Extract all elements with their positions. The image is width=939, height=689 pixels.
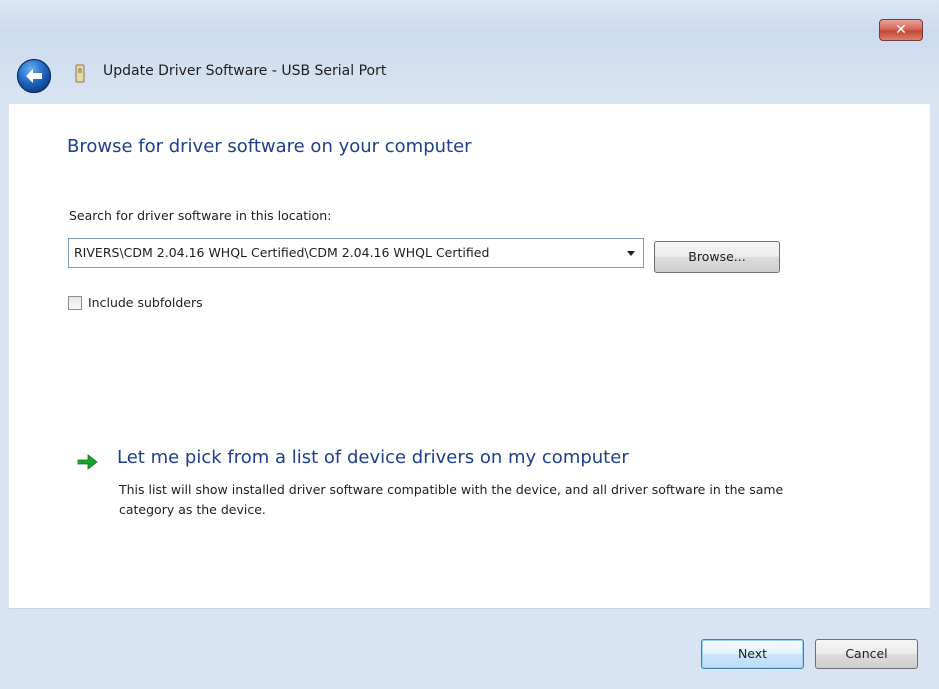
driver-path-value: RIVERS\CDM 2.04.16 WHQL Certified\CDM 2.… <box>74 245 490 260</box>
page-heading: Browse for driver software on your compu… <box>67 136 472 157</box>
chevron-down-icon[interactable] <box>619 239 643 267</box>
cancel-button[interactable]: Cancel <box>815 639 918 669</box>
include-subfolders-checkbox[interactable] <box>68 296 82 310</box>
content-panel: Browse for driver software on your compu… <box>9 104 930 608</box>
window-title: Update Driver Software - USB Serial Port <box>103 63 387 79</box>
pick-from-list-link[interactable]: Let me pick from a list of device driver… <box>117 447 629 468</box>
footer-divider <box>9 608 930 609</box>
usb-device-icon <box>75 64 85 83</box>
browse-button[interactable]: Browse... <box>654 241 780 273</box>
driver-path-combobox[interactable]: RIVERS\CDM 2.04.16 WHQL Certified\CDM 2.… <box>68 238 644 268</box>
close-button[interactable]: ✕ <box>879 19 923 41</box>
search-location-label: Search for driver software in this locat… <box>69 208 332 223</box>
back-arrow-icon[interactable] <box>16 58 52 94</box>
update-driver-dialog: ✕ Update Driver Software - USB Serial Po… <box>0 0 939 689</box>
green-arrow-icon <box>77 454 98 470</box>
include-subfolders-label[interactable]: Include subfolders <box>88 295 203 310</box>
pick-from-list-description: This list will show installed driver sof… <box>119 482 784 517</box>
next-button[interactable]: Next <box>701 639 804 669</box>
